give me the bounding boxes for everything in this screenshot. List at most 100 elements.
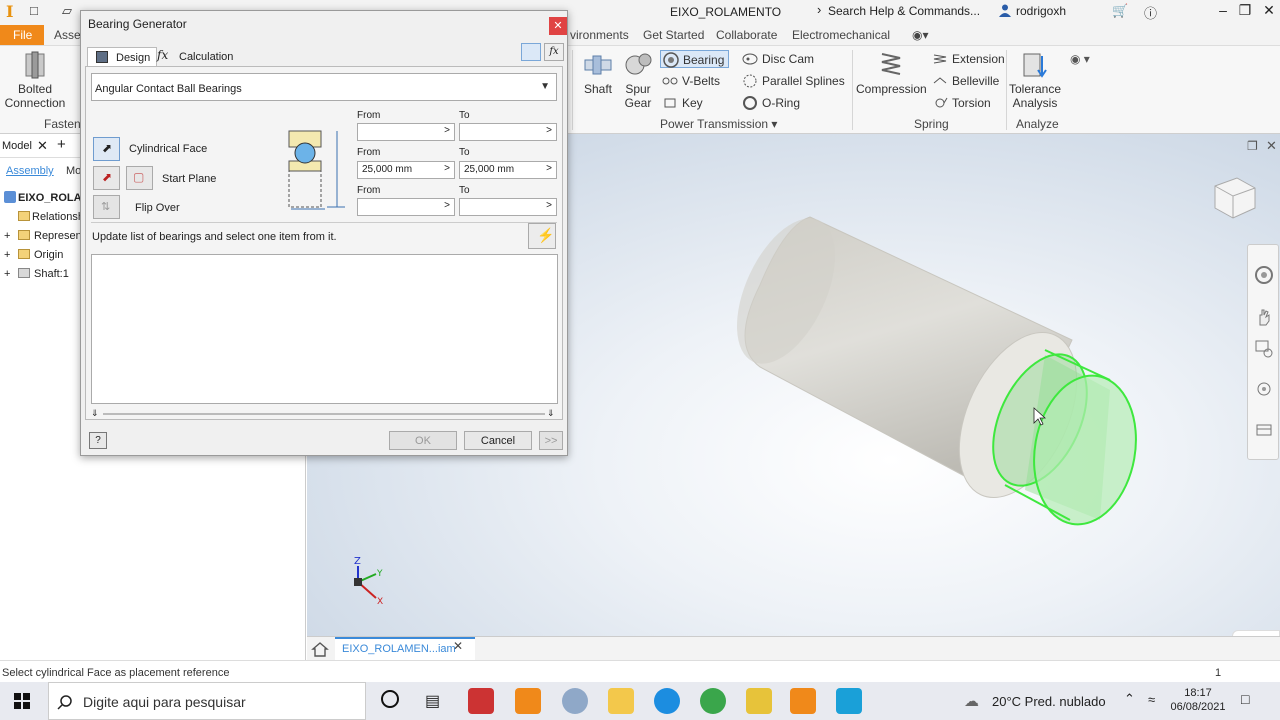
tab-calculation[interactable]: fx Calculation bbox=[151, 47, 239, 67]
bearing-type-select[interactable]: Angular Contact Ball Bearings ▼ bbox=[91, 73, 557, 101]
chevron-right-icon[interactable]: > bbox=[546, 163, 552, 174]
bearing-results-list[interactable] bbox=[91, 254, 558, 404]
start-plane-pick-button[interactable]: ⬈ bbox=[93, 166, 120, 190]
viewport-restore-icon[interactable]: ❐ bbox=[1247, 139, 1258, 153]
close-icon[interactable]: ✕ bbox=[37, 138, 48, 154]
help-button[interactable]: ? bbox=[89, 432, 107, 449]
row2-to-field[interactable]: 25,000 mm > bbox=[459, 161, 557, 179]
dialog-close-button[interactable]: ✕ bbox=[549, 17, 567, 35]
pdf-app-icon[interactable] bbox=[746, 688, 772, 714]
tab-get-started[interactable]: Get Started bbox=[643, 28, 704, 42]
user-icon[interactable] bbox=[998, 3, 1012, 17]
key-button[interactable]: Key bbox=[660, 94, 703, 112]
start-plane-icon-button[interactable]: ▢ bbox=[126, 166, 153, 190]
bearing-button[interactable]: Bearing bbox=[660, 50, 730, 68]
steering-wheel-icon[interactable] bbox=[1254, 265, 1274, 285]
app-icon[interactable] bbox=[562, 688, 588, 714]
cart-icon[interactable]: 🛒 bbox=[1112, 3, 1128, 19]
shaft-button[interactable]: Shaft bbox=[580, 50, 616, 96]
row3-from-field[interactable]: > bbox=[357, 198, 455, 216]
recorder-app-icon[interactable] bbox=[836, 688, 862, 714]
tray-chevron-icon[interactable]: ⌃ bbox=[1124, 691, 1135, 707]
chevron-right-icon[interactable]: > bbox=[444, 125, 450, 136]
o-ring-button[interactable]: O-Ring bbox=[740, 94, 800, 112]
ok-button[interactable]: OK bbox=[389, 431, 457, 450]
minimize-button[interactable]: – bbox=[1212, 2, 1234, 22]
tree-item-relationships[interactable]: Relationsh bbox=[18, 209, 84, 225]
v-belts-button[interactable]: V-Belts bbox=[660, 72, 720, 90]
shaft-model[interactable] bbox=[700, 195, 1170, 535]
cortana-icon[interactable] bbox=[381, 690, 399, 708]
zoom-icon[interactable] bbox=[1254, 339, 1274, 359]
ribbon-options-icon[interactable]: ◉ ▾ bbox=[1070, 52, 1090, 66]
row3-to-field[interactable]: > bbox=[459, 198, 557, 216]
windows-start-icon[interactable] bbox=[14, 693, 30, 709]
restore-button[interactable]: ❐ bbox=[1234, 2, 1256, 22]
browser-tab-assembly[interactable]: Assembly bbox=[6, 165, 54, 177]
close-window-button[interactable]: ✕ bbox=[1258, 2, 1280, 22]
tolerance-analysis-button[interactable]: Tolerance Analysis bbox=[1008, 50, 1062, 110]
wifi-icon[interactable]: ≈ bbox=[1148, 692, 1155, 707]
task-view-icon[interactable]: ▤ bbox=[425, 691, 440, 711]
expand-icon[interactable]: + bbox=[4, 266, 10, 282]
tab-environments[interactable]: vironments bbox=[570, 28, 629, 42]
parallel-splines-button[interactable]: Parallel Splines bbox=[740, 72, 845, 90]
update-list-button[interactable]: ⚡ bbox=[528, 223, 556, 249]
torsion-spring-button[interactable]: Torsion bbox=[930, 94, 991, 112]
browser-tab-modeling[interactable]: Mo bbox=[66, 165, 81, 177]
spur-gear-button[interactable]: Spur Gear bbox=[620, 50, 656, 110]
collapse-icon[interactable]: ⇓ bbox=[91, 408, 99, 419]
power-transmission-group-label[interactable]: Power Transmission ▾ bbox=[660, 117, 777, 131]
tree-item-shaft[interactable]: + Shaft:1 bbox=[4, 266, 69, 282]
edge-icon[interactable] bbox=[654, 688, 680, 714]
row1-from-field[interactable]: > bbox=[357, 123, 455, 141]
inventor-active-app-icon[interactable] bbox=[790, 688, 816, 714]
disc-cam-button[interactable]: Disc Cam bbox=[740, 50, 814, 68]
extension-spring-button[interactable]: Extension bbox=[930, 50, 1005, 68]
chevron-right-icon[interactable]: > bbox=[546, 125, 552, 136]
open-file-icon[interactable]: ▱ bbox=[62, 3, 72, 19]
look-at-icon[interactable] bbox=[1254, 419, 1274, 439]
pan-icon[interactable] bbox=[1254, 307, 1274, 327]
expand-icon[interactable]: + bbox=[4, 247, 10, 263]
inventor-logo-icon[interactable]: I bbox=[6, 2, 20, 21]
weather-text[interactable]: 20°C Pred. nublado bbox=[992, 694, 1106, 709]
user-name[interactable]: rodrigoxh bbox=[1016, 4, 1066, 18]
chrome-icon[interactable] bbox=[700, 688, 726, 714]
more-button[interactable]: >> bbox=[539, 431, 563, 450]
tab-collaborate[interactable]: Collaborate bbox=[716, 28, 777, 42]
compression-spring-button[interactable]: Compression bbox=[856, 50, 927, 96]
tab-options-icon[interactable]: ◉▾ bbox=[912, 28, 929, 42]
taskbar-clock[interactable]: 18:17 06/08/2021 bbox=[1170, 686, 1226, 714]
tree-item-representations[interactable]: + Represent bbox=[4, 228, 85, 244]
row2-from-field[interactable]: 25,000 mm > bbox=[357, 161, 455, 179]
library-icon[interactable] bbox=[521, 43, 541, 61]
viewcube-icon[interactable] bbox=[1207, 170, 1261, 224]
tab-assemble[interactable]: Asse bbox=[54, 28, 81, 42]
expand-icon[interactable]: ⇓ bbox=[547, 408, 555, 419]
home-icon[interactable] bbox=[311, 640, 329, 658]
add-panel-icon[interactable]: + bbox=[57, 136, 66, 153]
function-toggle-icon[interactable]: fx bbox=[544, 43, 564, 61]
tab-electromechanical[interactable]: Electromechanical bbox=[792, 28, 890, 42]
expand-icon[interactable]: + bbox=[4, 228, 10, 244]
chevron-right-icon[interactable]: > bbox=[444, 200, 450, 211]
new-file-icon[interactable]: □ bbox=[30, 3, 38, 18]
tree-item-origin[interactable]: + Origin bbox=[4, 247, 63, 263]
tab-design[interactable]: Design bbox=[87, 47, 158, 67]
doc-tab-close-icon[interactable]: ✕ bbox=[453, 639, 463, 653]
notifications-icon[interactable]: □ bbox=[1241, 691, 1249, 707]
belleville-spring-button[interactable]: Belleville bbox=[930, 72, 999, 90]
file-explorer-icon[interactable] bbox=[608, 688, 634, 714]
viewport-close-icon[interactable]: ✕ bbox=[1266, 138, 1277, 154]
chevron-right-icon[interactable]: > bbox=[546, 200, 552, 211]
help-search-input[interactable]: Search Help & Commands... bbox=[814, 2, 986, 20]
chevron-right-icon[interactable]: > bbox=[444, 163, 450, 174]
browser-root[interactable]: EIXO_ROLA bbox=[4, 190, 82, 206]
orbit-icon[interactable] bbox=[1254, 379, 1274, 399]
row1-to-field[interactable]: > bbox=[459, 123, 557, 141]
flip-over-button[interactable]: ⇅ bbox=[93, 195, 120, 219]
browser-tab-model[interactable]: Model bbox=[2, 140, 32, 152]
cancel-button[interactable]: Cancel bbox=[464, 431, 532, 450]
inventor-app-icon[interactable] bbox=[515, 688, 541, 714]
